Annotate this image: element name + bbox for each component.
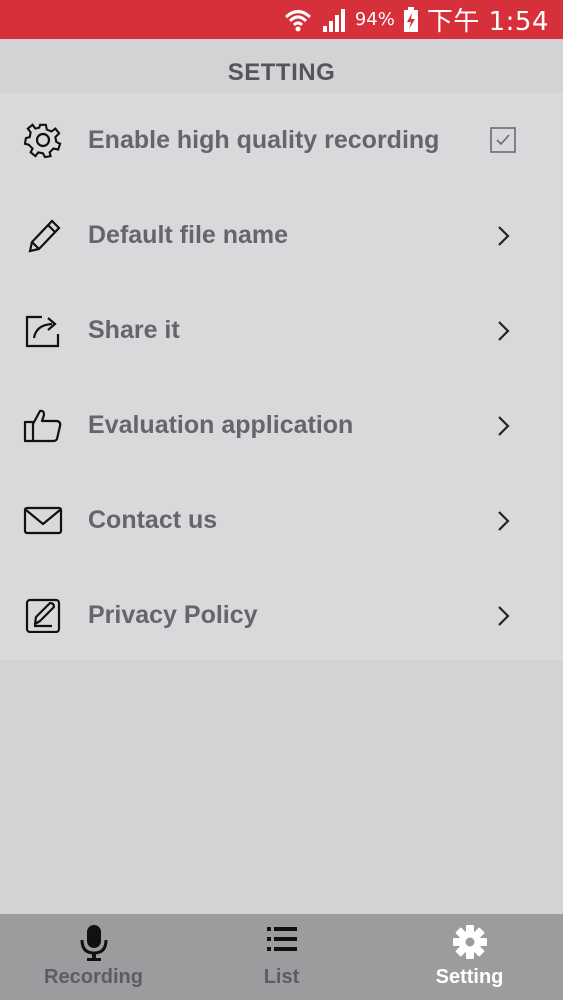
setting-default-file-name[interactable]: Default file name xyxy=(0,188,563,283)
signal-icon xyxy=(322,8,345,32)
bottom-navigation: Recording List Setting xyxy=(0,914,563,1000)
setting-label: Contact us xyxy=(88,506,218,534)
tab-recording[interactable]: Recording xyxy=(0,914,187,1000)
share-icon xyxy=(25,315,60,348)
thumbs-up-icon xyxy=(23,409,62,443)
setting-label: Evaluation application xyxy=(88,411,354,439)
edit-document-icon xyxy=(25,598,61,633)
page-title: SETTING xyxy=(227,59,336,86)
setting-share-it[interactable]: Share it xyxy=(0,283,563,378)
chevron-right-icon xyxy=(498,416,510,436)
chevron-right-icon xyxy=(498,606,510,626)
status-time: 下午 1:54 xyxy=(426,7,549,37)
setting-label: Share it xyxy=(88,316,180,344)
setting-label: Enable high quality recording xyxy=(88,126,440,154)
tab-label: Recording xyxy=(44,966,143,988)
chevron-right-icon xyxy=(498,226,510,246)
battery-charging-icon xyxy=(403,6,418,32)
tab-label: Setting xyxy=(435,966,504,988)
wifi-icon xyxy=(284,9,311,31)
setting-contact-us[interactable]: Contact us xyxy=(0,473,563,568)
status-bar: 94% 下午 1:54 xyxy=(0,0,563,39)
list-icon xyxy=(266,927,297,951)
setting-privacy-policy[interactable]: Privacy Policy xyxy=(0,568,563,663)
envelope-icon xyxy=(23,506,63,535)
tab-label: List xyxy=(263,966,300,988)
microphone-icon xyxy=(80,925,107,961)
tab-setting[interactable]: Setting xyxy=(376,914,563,1000)
battery-percent: 94% xyxy=(354,9,395,30)
chevron-right-icon xyxy=(498,321,510,341)
gear-icon xyxy=(452,925,487,959)
settings-list: Enable high quality recording Default fi… xyxy=(0,93,563,660)
setting-label: Default file name xyxy=(88,221,289,249)
quality-checkbox[interactable] xyxy=(490,127,516,153)
setting-evaluation-application[interactable]: Evaluation application xyxy=(0,378,563,473)
chevron-right-icon xyxy=(498,511,510,531)
tab-list[interactable]: List xyxy=(188,914,375,1000)
pencil-icon xyxy=(28,219,61,253)
gear-icon xyxy=(23,123,62,158)
setting-high-quality-recording[interactable]: Enable high quality recording xyxy=(0,93,563,188)
setting-label: Privacy Policy xyxy=(88,601,258,629)
